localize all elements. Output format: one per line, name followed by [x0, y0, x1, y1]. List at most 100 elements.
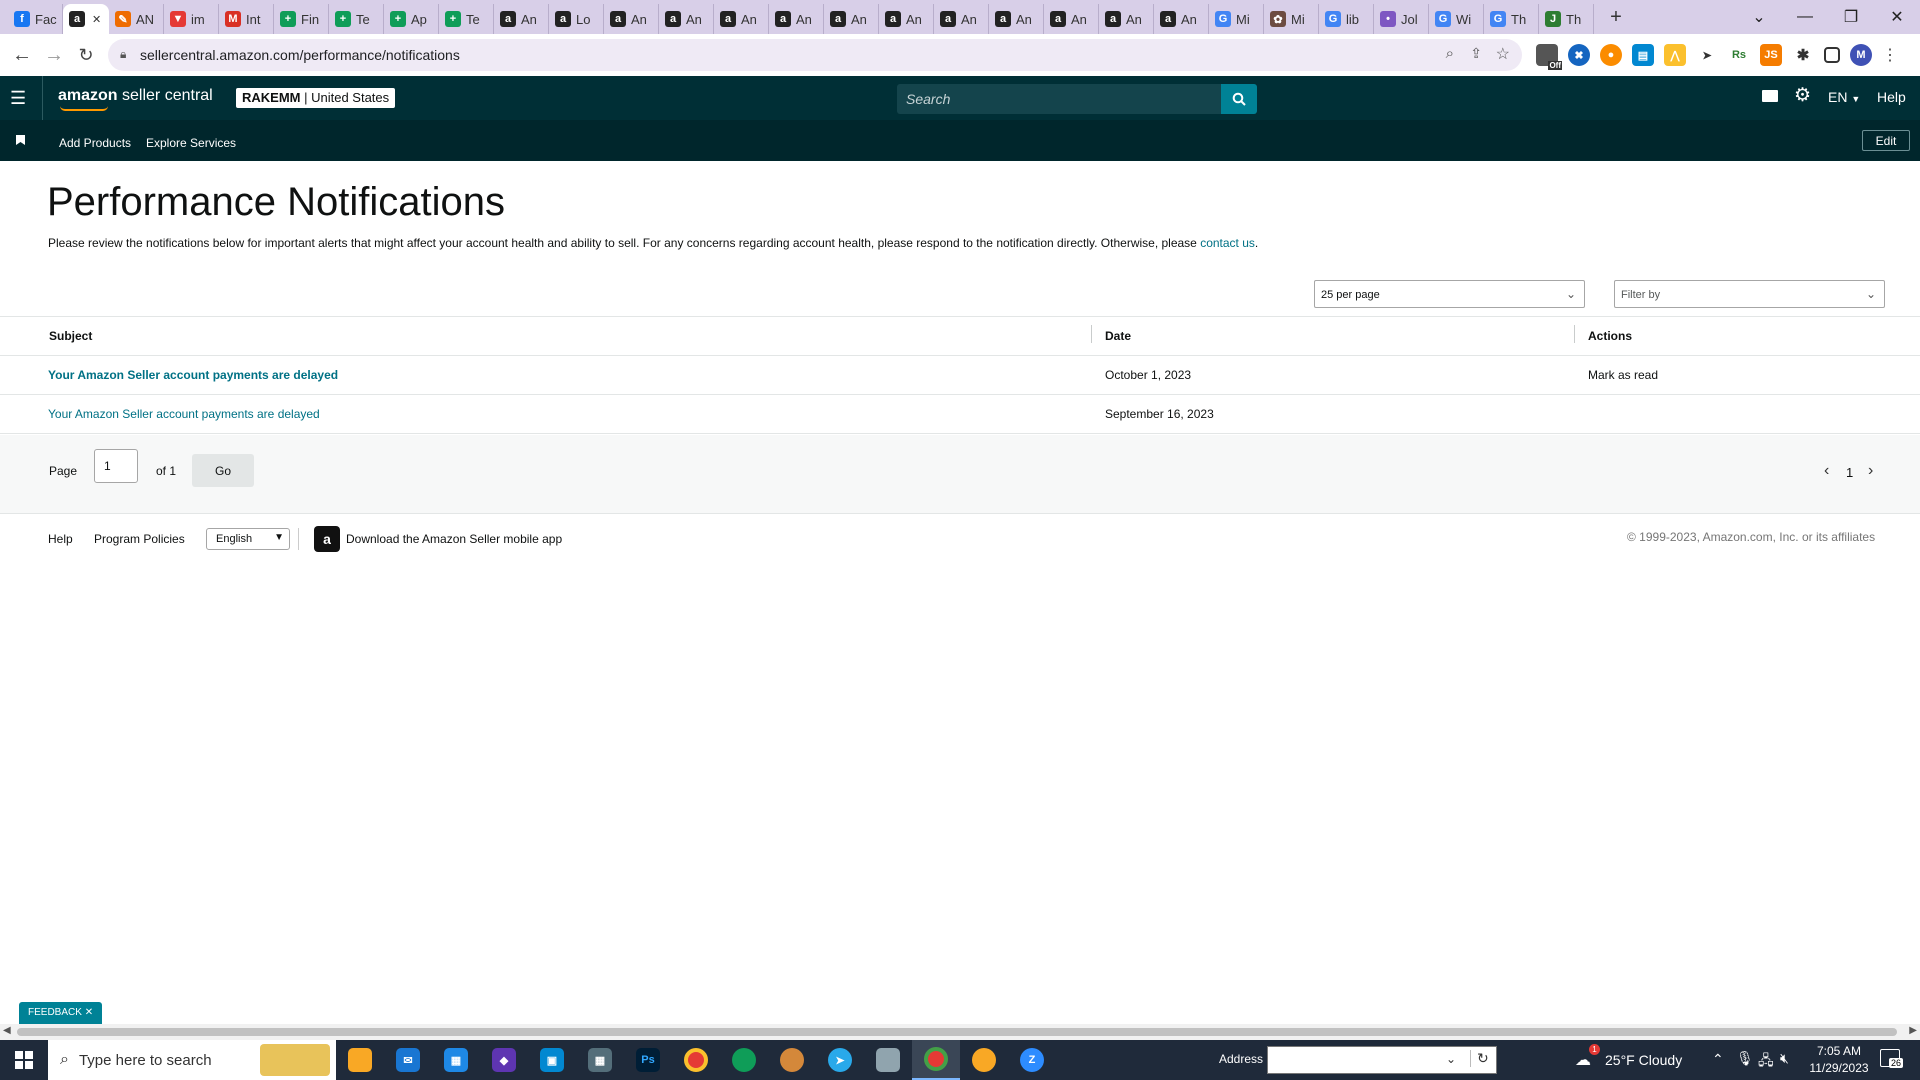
- current-page-number[interactable]: 1: [1846, 465, 1853, 480]
- browser-tab[interactable]: + Te: [329, 4, 384, 34]
- file-explorer-icon[interactable]: [336, 1040, 384, 1080]
- chrome-icon[interactable]: [672, 1040, 720, 1080]
- browser-tab[interactable]: • Jol: [1374, 4, 1429, 34]
- seller-central-logo[interactable]: amazon seller central: [58, 87, 213, 111]
- notes-icon[interactable]: [864, 1040, 912, 1080]
- browser-tab[interactable]: J Th: [1539, 4, 1594, 34]
- minimize-button[interactable]: —: [1782, 0, 1828, 34]
- account-switcher[interactable]: RAKEMM | United States: [236, 88, 396, 108]
- close-icon[interactable]: ✕: [85, 1007, 93, 1018]
- back-button[interactable]: ←: [6, 39, 38, 71]
- browser-tab[interactable]: ▼ im: [164, 4, 219, 34]
- footer-program-policies-link[interactable]: Program Policies: [94, 532, 185, 546]
- store-icon[interactable]: ▦: [432, 1040, 480, 1080]
- show-hidden-icons[interactable]: ⌃: [1712, 1051, 1724, 1068]
- browser-tab[interactable]: G Wi: [1429, 4, 1484, 34]
- extension-globe-icon[interactable]: ✖: [1568, 44, 1590, 66]
- forward-button[interactable]: →: [38, 39, 70, 71]
- help-link[interactable]: Help: [1877, 89, 1906, 105]
- chrome-profile-icon[interactable]: [912, 1040, 960, 1080]
- browser-tab[interactable]: + Te: [439, 4, 494, 34]
- weather-text[interactable]: 25°F Cloudy: [1605, 1052, 1682, 1068]
- browser-tab[interactable]: + Fin: [274, 4, 329, 34]
- browser-tab[interactable]: a An: [1099, 4, 1154, 34]
- mail-app-icon[interactable]: ✉: [384, 1040, 432, 1080]
- scroll-right-icon[interactable]: ▶: [1909, 1025, 1917, 1036]
- go-button[interactable]: Go: [192, 454, 254, 487]
- nav-add-products[interactable]: Add Products: [59, 136, 131, 150]
- hamburger-menu-icon[interactable]: ☰: [10, 87, 32, 109]
- browser-tab[interactable]: a An: [714, 4, 769, 34]
- browser-tab[interactable]: G Mi: [1209, 4, 1264, 34]
- close-window-button[interactable]: ✕: [1874, 0, 1920, 34]
- volume-muted-icon[interactable]: 🔇︎: [1780, 1050, 1789, 1067]
- extension-js-icon[interactable]: JS: [1760, 44, 1782, 66]
- language-selector[interactable]: EN ▼: [1828, 89, 1860, 105]
- reload-button[interactable]: ↻: [70, 39, 102, 71]
- browser-tab[interactable]: a An: [1154, 4, 1209, 34]
- telegram-icon[interactable]: ➤: [816, 1040, 864, 1080]
- browser-tab[interactable]: a An: [934, 4, 989, 34]
- notification-subject-link[interactable]: Your Amazon Seller account payments are …: [48, 368, 338, 382]
- weather-cloud-icon[interactable]: ☁ 1: [1575, 1044, 1600, 1070]
- maximize-button[interactable]: ❐: [1828, 0, 1874, 34]
- zoom-app-icon[interactable]: Z: [1008, 1040, 1056, 1080]
- app-face2-icon[interactable]: [960, 1040, 1008, 1080]
- app-blue-icon[interactable]: ▣: [528, 1040, 576, 1080]
- browser-tab[interactable]: ✎ AN: [109, 4, 164, 34]
- next-page-icon[interactable]: ›: [1868, 462, 1873, 480]
- extension-blue-icon[interactable]: ▤: [1632, 44, 1654, 66]
- browser-tab[interactable]: f Fac: [8, 4, 63, 34]
- app-face-icon[interactable]: [768, 1040, 816, 1080]
- footer-help-link[interactable]: Help: [48, 532, 73, 546]
- mail-icon[interactable]: [1762, 90, 1778, 102]
- header-date[interactable]: Date: [1105, 329, 1131, 343]
- calculator-icon[interactable]: ▦: [576, 1040, 624, 1080]
- extension-camera-icon[interactable]: Off: [1536, 44, 1562, 70]
- browser-tab[interactable]: + Ap: [384, 4, 439, 34]
- browser-tab[interactable]: a An: [879, 4, 934, 34]
- share-icon[interactable]: ⇪: [1470, 45, 1482, 62]
- contact-us-link[interactable]: contact us: [1200, 236, 1255, 250]
- browser-tab[interactable]: a An: [604, 4, 659, 34]
- search-input[interactable]: Search: [897, 84, 1221, 114]
- page-number-input[interactable]: 1: [94, 449, 138, 483]
- zoom-icon[interactable]: ⌕: [1446, 45, 1454, 62]
- chevron-down-icon[interactable]: ⌄: [1446, 1052, 1456, 1066]
- address-toolbar-input[interactable]: ⌄ ↻: [1267, 1046, 1497, 1074]
- start-button[interactable]: [0, 1040, 48, 1080]
- browser-tab[interactable]: ✿ Mi: [1264, 4, 1319, 34]
- browser-tab[interactable]: a An: [494, 4, 549, 34]
- app-purple-icon[interactable]: ◆: [480, 1040, 528, 1080]
- feedback-button[interactable]: FEEDBACK ✕: [19, 1002, 103, 1024]
- browser-tab[interactable]: a ✕: [63, 4, 109, 34]
- browser-tab[interactable]: Glib: [1319, 4, 1374, 34]
- bookmark-icon[interactable]: [16, 135, 25, 145]
- extension-rs-icon[interactable]: Rs: [1728, 44, 1750, 66]
- header-subject[interactable]: Subject: [49, 329, 92, 343]
- photoshop-icon[interactable]: Ps: [624, 1040, 672, 1080]
- extensions-puzzle-icon[interactable]: ✱: [1792, 44, 1814, 66]
- browser-tab[interactable]: a An: [824, 4, 879, 34]
- browser-tab[interactable]: G Th: [1484, 4, 1539, 34]
- filter-select[interactable]: Filter by ⌄: [1614, 280, 1885, 308]
- address-bar[interactable]: 🔒︎ sellercentral.amazon.com/performance/…: [108, 39, 1522, 71]
- tab-search-icon[interactable]: ⌄: [1736, 0, 1782, 34]
- browser-tab[interactable]: M Int: [219, 4, 274, 34]
- search-button[interactable]: [1221, 84, 1257, 114]
- per-page-select[interactable]: 25 per page ⌄: [1314, 280, 1585, 308]
- scroll-left-icon[interactable]: ◀: [3, 1025, 11, 1036]
- footer-language-select[interactable]: English ▼: [206, 528, 290, 550]
- settings-gear-icon[interactable]: ⚙: [1794, 86, 1811, 106]
- extension-arrow-icon[interactable]: ➤: [1696, 44, 1718, 66]
- browser-tab[interactable]: a An: [989, 4, 1044, 34]
- notification-subject-link[interactable]: Your Amazon Seller account payments are …: [48, 407, 320, 421]
- extension-orange-icon[interactable]: ●: [1600, 44, 1622, 66]
- microphone-icon[interactable]: 🎙︎: [1736, 1050, 1754, 1067]
- scrollbar-thumb[interactable]: [17, 1028, 1897, 1036]
- browser-tab[interactable]: a An: [1044, 4, 1099, 34]
- browser-tab[interactable]: a An: [659, 4, 714, 34]
- browser-tab[interactable]: a An: [769, 4, 824, 34]
- edit-bookmarks-button[interactable]: Edit: [1862, 130, 1910, 151]
- chrome-menu-icon[interactable]: ⋮: [1882, 45, 1898, 65]
